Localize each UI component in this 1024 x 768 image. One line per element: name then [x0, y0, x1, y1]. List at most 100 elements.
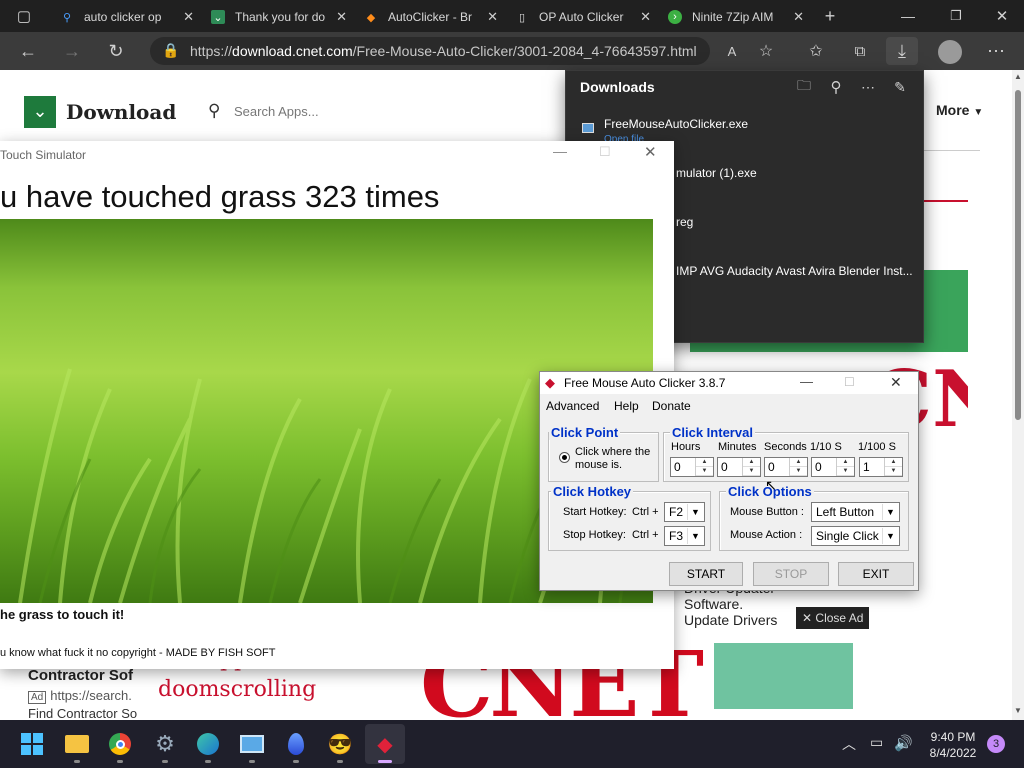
more-menu-icon[interactable]: ⋯ [980, 37, 1012, 65]
settings-button[interactable]: ⚙ [145, 724, 185, 764]
contractor-find[interactable]: Find Contractor So [28, 706, 137, 720]
start-button[interactable]: START [669, 562, 743, 586]
exit-button[interactable]: EXIT [838, 562, 914, 586]
minutes-stepper[interactable]: 0 ▲ ▼ [717, 457, 761, 477]
site-logo-text[interactable]: Download [66, 100, 176, 124]
notification-badge[interactable]: 3 [987, 735, 1005, 753]
back-icon[interactable]: ← [12, 37, 44, 65]
tab-ninite[interactable]: › Ninite 7Zip AIM ✕ [660, 3, 810, 31]
file-explorer-button[interactable] [57, 724, 97, 764]
spin-buttons[interactable]: ▲ ▼ [742, 458, 760, 476]
more-options-icon[interactable]: ⋯ [852, 73, 884, 101]
tenths-stepper[interactable]: 0 ▲ ▼ [811, 457, 855, 477]
start-button[interactable] [12, 724, 52, 764]
chrome-button[interactable] [100, 724, 140, 764]
close-button[interactable]: ✕ [890, 374, 902, 391]
spin-up-icon[interactable]: ▲ [837, 458, 854, 467]
close-icon[interactable]: ✕ [183, 9, 194, 25]
menu-donate[interactable]: Donate [652, 399, 691, 413]
address-field[interactable]: 🔒 https://download.cnet.com/Free-Mouse-A… [150, 37, 710, 65]
spin-up-icon[interactable]: ▲ [885, 458, 902, 467]
spin-down-icon[interactable]: ▼ [790, 467, 807, 476]
click-options-group: Click Options Mouse Button : Left Button… [719, 484, 909, 551]
tab-autoclicker[interactable]: ◆ AutoClicker - Br ✕ [356, 3, 504, 31]
close-button[interactable]: ✕ [644, 143, 657, 161]
chevron-down-icon[interactable]: ▼ [882, 528, 898, 544]
scroll-thumb[interactable] [1015, 90, 1021, 420]
menu-help[interactable]: Help [614, 399, 639, 413]
pin-icon[interactable]: ✎ [884, 73, 916, 101]
scroll-down-icon[interactable]: ▼ [1014, 706, 1022, 715]
mouse-button-select[interactable]: Left Button ▼ [811, 502, 900, 522]
download-name: IMP AVG Audacity Avast Avira Blender Ins… [676, 264, 913, 278]
maximize-button[interactable]: ☐ [844, 375, 855, 389]
tab-thank-you[interactable]: ⌄ Thank you for do ✕ [203, 3, 353, 31]
more-label: More [936, 102, 970, 118]
chevron-up-icon[interactable]: ︿ [842, 734, 856, 754]
chevron-down-icon[interactable]: ▼ [687, 528, 703, 544]
menu-advanced[interactable]: Advanced [546, 399, 599, 413]
restore-button[interactable]: ❐ [940, 2, 972, 30]
mouse-action-select[interactable]: Single Click ▼ [811, 526, 900, 546]
spin-up-icon[interactable]: ▲ [790, 458, 807, 467]
volume-icon[interactable]: 🔊 [894, 734, 913, 752]
spin-buttons[interactable]: ▲ ▼ [836, 458, 854, 476]
downloads-icon[interactable]: ⤓ [886, 37, 918, 65]
more-menu[interactable]: More ▼ [936, 102, 983, 118]
auto-clicker-taskbar-button[interactable]: ◆ [365, 724, 405, 764]
search-icon[interactable]: ⚲ [820, 73, 852, 101]
seconds-stepper[interactable]: 0 ▲ ▼ [764, 457, 808, 477]
contractor-title[interactable]: Contractor Sof [28, 667, 133, 684]
spin-buttons[interactable]: ▲ ▼ [789, 458, 807, 476]
minimize-button[interactable]: — [553, 143, 567, 159]
profile-avatar[interactable] [938, 40, 962, 64]
close-ad-button[interactable]: ✕ Close Ad [796, 607, 870, 629]
download-logo-icon[interactable]: ⌄ [24, 96, 56, 128]
spin-down-icon[interactable]: ▼ [837, 467, 854, 476]
maximize-button[interactable]: ☐ [599, 144, 611, 160]
hundredths-stepper[interactable]: 1 ▲ ▼ [859, 457, 903, 477]
chevron-down-icon[interactable]: ▼ [687, 504, 703, 520]
spin-down-icon[interactable]: ▼ [696, 467, 713, 476]
forward-icon[interactable]: → [56, 37, 88, 65]
spin-up-icon[interactable]: ▲ [743, 458, 760, 467]
cool-app-button[interactable]: 😎 [320, 724, 360, 764]
clock[interactable]: 9:40 PM 8/4/2022 [920, 729, 986, 761]
minimize-button[interactable]: — [800, 374, 813, 389]
start-hotkey-select[interactable]: F2 ▼ [664, 502, 705, 522]
tab-actions-icon[interactable]: ▢ [8, 2, 40, 30]
favorite-star-icon[interactable]: ☆ [750, 37, 782, 65]
favorites-icon[interactable]: ✩ [800, 37, 832, 65]
stop-button[interactable]: STOP [753, 562, 829, 586]
hours-stepper[interactable]: 0 ▲ ▼ [670, 457, 714, 477]
tab-search[interactable]: ⚲ auto clicker op ✕ [52, 3, 200, 31]
contractor-url-row[interactable]: Ad https://search. [28, 688, 132, 704]
scroll-up-icon[interactable]: ▲ [1014, 72, 1022, 81]
click-point-radio[interactable] [559, 452, 570, 463]
collections-icon[interactable]: ⧉ [844, 37, 876, 65]
close-icon[interactable]: ✕ [640, 9, 651, 25]
stop-hotkey-select[interactable]: F3 ▼ [664, 526, 705, 546]
spin-buttons[interactable]: ▲ ▼ [884, 458, 902, 476]
edge-button[interactable] [188, 724, 228, 764]
minimize-button[interactable]: — [892, 2, 924, 30]
spin-down-icon[interactable]: ▼ [743, 467, 760, 476]
network-icon[interactable]: ▭ [870, 734, 883, 751]
tab-op-auto-clicker[interactable]: ▯ OP Auto Clicker ✕ [507, 3, 657, 31]
close-icon[interactable]: ✕ [487, 9, 498, 25]
read-aloud-icon[interactable]: A [716, 37, 748, 65]
refresh-icon[interactable]: ↻ [100, 37, 132, 65]
open-folder-icon[interactable]: 🗀 [788, 73, 820, 101]
new-tab-button[interactable]: + [814, 2, 846, 30]
spin-down-icon[interactable]: ▼ [885, 467, 902, 476]
close-icon[interactable]: ✕ [336, 9, 347, 25]
close-icon[interactable]: ✕ [793, 9, 804, 25]
page-scrollbar[interactable]: ▲ ▼ [1012, 70, 1024, 720]
remote-desktop-button[interactable] [232, 724, 272, 764]
site-search-input[interactable]: Search Apps... [234, 104, 319, 119]
spin-buttons[interactable]: ▲ ▼ [695, 458, 713, 476]
spin-up-icon[interactable]: ▲ [696, 458, 713, 467]
chevron-down-icon[interactable]: ▼ [882, 504, 898, 520]
water-app-button[interactable] [276, 724, 316, 764]
close-window-button[interactable]: ✕ [986, 2, 1018, 30]
